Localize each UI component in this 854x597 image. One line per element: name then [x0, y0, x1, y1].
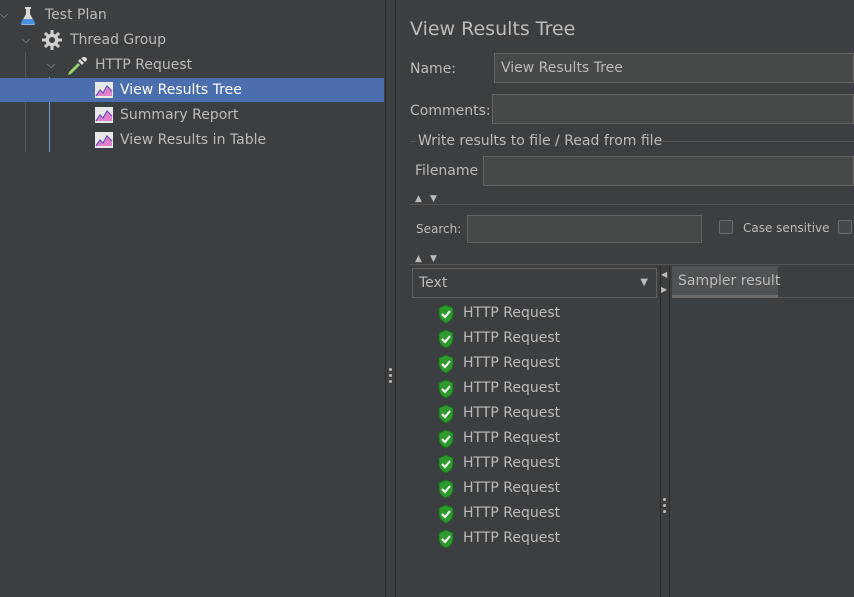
comments-label: Comments:	[410, 103, 491, 119]
result-row[interactable]: HTTP Request	[437, 326, 657, 351]
divider	[410, 264, 854, 265]
tree-item-http-request[interactable]: ⌵ HTTP Request	[0, 53, 385, 77]
file-group-label: Write results to file / Read from file	[418, 133, 663, 149]
renderer-select[interactable]: Text ▼	[412, 268, 657, 298]
splitter-grip-icon	[663, 498, 666, 501]
result-label: HTTP Request	[463, 455, 561, 471]
result-row[interactable]: HTTP Request	[437, 451, 657, 476]
result-label: HTTP Request	[463, 430, 561, 446]
flask-icon	[18, 6, 38, 25]
splitter-grip-icon	[389, 380, 392, 383]
chart-icon	[94, 131, 114, 149]
collapse-up-icon[interactable]: ▲	[415, 254, 422, 264]
comments-input[interactable]	[492, 94, 854, 124]
chart-icon	[94, 81, 114, 99]
collapse-up-icon[interactable]: ▲	[415, 194, 422, 204]
case-sensitive-checkbox[interactable]	[719, 220, 733, 234]
filename-input[interactable]	[483, 156, 854, 186]
name-label: Name:	[410, 61, 457, 77]
splitter-grip-icon	[663, 504, 666, 507]
tree-item-label: View Results in Table	[120, 132, 267, 148]
tree-item-label: Summary Report	[120, 107, 239, 123]
divider	[410, 204, 854, 205]
result-label: HTTP Request	[463, 330, 561, 346]
success-shield-icon	[437, 404, 455, 424]
success-shield-icon	[437, 479, 455, 499]
group-border	[410, 141, 416, 142]
splitter-grip-icon	[663, 510, 666, 513]
regex-checkbox[interactable]	[838, 220, 852, 234]
result-row[interactable]: HTTP Request	[437, 426, 657, 451]
chart-icon	[94, 106, 114, 124]
test-plan-tree: ⌵ Test Plan ⌵ Thread Group ⌵ HTTP Reques…	[0, 0, 385, 597]
result-row[interactable]: HTTP Request	[437, 376, 657, 401]
success-shield-icon	[437, 504, 455, 524]
tree-item-label: HTTP Request	[95, 57, 193, 73]
result-row[interactable]: HTTP Request	[437, 501, 657, 526]
view-results-tree-panel: View Results Tree Name: View Results Tre…	[397, 0, 854, 597]
result-row[interactable]: HTTP Request	[437, 351, 657, 376]
pipette-icon	[66, 56, 87, 75]
tree-item-label: Test Plan	[45, 7, 107, 23]
chevron-down-icon: ▼	[640, 277, 648, 288]
expand-right-icon[interactable]: ▶	[661, 285, 667, 294]
splitter-grip-icon	[389, 368, 392, 371]
chevron-down-icon[interactable]: ⌵	[19, 28, 33, 52]
result-label: HTTP Request	[463, 480, 561, 496]
tab-bar-line	[778, 297, 854, 298]
collapse-left-icon[interactable]: ◀	[661, 270, 667, 279]
expand-down-icon[interactable]: ▼	[430, 254, 437, 264]
result-label: HTTP Request	[463, 505, 561, 521]
case-sensitive-label: Case sensitive	[743, 221, 830, 235]
result-label: HTTP Request	[463, 380, 561, 396]
success-shield-icon	[437, 429, 455, 449]
tree-item-label: Thread Group	[70, 32, 167, 48]
result-splitter[interactable]: ◀ ▶	[660, 266, 670, 597]
tree-item-test-plan[interactable]: ⌵ Test Plan	[0, 3, 385, 27]
success-shield-icon	[437, 379, 455, 399]
splitter-grip-icon	[389, 374, 392, 377]
result-row[interactable]: HTTP Request	[437, 526, 657, 551]
success-shield-icon	[437, 354, 455, 374]
success-shield-icon	[437, 529, 455, 549]
chevron-down-icon[interactable]: ⌵	[0, 3, 11, 27]
success-shield-icon	[437, 329, 455, 349]
group-border	[658, 141, 854, 142]
success-shield-icon	[437, 304, 455, 324]
search-input[interactable]	[467, 215, 702, 243]
expand-down-icon[interactable]: ▼	[430, 194, 437, 204]
chevron-down-icon[interactable]: ⌵	[44, 53, 58, 77]
tree-item-label: View Results Tree	[120, 82, 242, 98]
tab-label: Sampler result	[678, 273, 781, 289]
tree-item-thread-group[interactable]: ⌵ Thread Group	[0, 28, 385, 52]
result-row[interactable]: HTTP Request	[437, 301, 657, 326]
filename-label: Filename	[415, 163, 479, 179]
name-input[interactable]: View Results Tree	[494, 53, 854, 83]
tab-sampler-result[interactable]: Sampler result	[672, 266, 781, 298]
result-row[interactable]: HTTP Request	[437, 476, 657, 501]
tree-item-summary-report[interactable]: Summary Report	[0, 103, 385, 127]
results-list: HTTP Request HTTP Request HTTP Request HTTP…	[437, 301, 657, 561]
tree-item-view-results-in-table[interactable]: View Results in Table	[0, 128, 385, 152]
result-label: HTTP Request	[463, 405, 561, 421]
page-title: View Results Tree	[410, 18, 576, 40]
search-label: Search:	[416, 222, 462, 236]
result-row[interactable]: HTTP Request	[437, 401, 657, 426]
tree-item-view-results-tree[interactable]: View Results Tree	[0, 78, 384, 102]
panel-splitter[interactable]	[385, 0, 396, 597]
success-shield-icon	[437, 454, 455, 474]
renderer-select-value: Text	[419, 275, 448, 291]
result-label: HTTP Request	[463, 305, 561, 321]
gear-icon	[41, 29, 62, 50]
result-label: HTTP Request	[463, 530, 561, 546]
result-label: HTTP Request	[463, 355, 561, 371]
